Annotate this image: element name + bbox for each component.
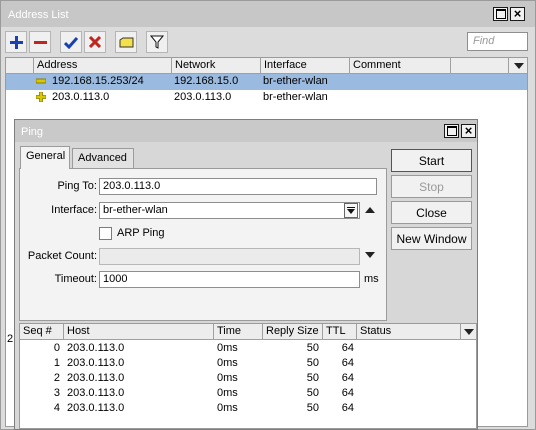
address-cell: 203.0.113.0	[52, 91, 110, 103]
time-cell: 0ms	[217, 357, 238, 369]
column-header-host[interactable]: Host	[64, 324, 214, 340]
dropdown-arrow-icon[interactable]	[344, 203, 358, 218]
time-cell: 0ms	[217, 402, 238, 414]
arp-ping-checkbox[interactable]	[99, 227, 112, 240]
header-spacer	[6, 58, 34, 74]
host-cell: 203.0.113.0	[67, 387, 125, 399]
tab-advanced[interactable]: Advanced	[72, 148, 134, 168]
column-header-interface[interactable]: Interface	[261, 58, 350, 74]
start-button[interactable]: Start	[391, 149, 472, 172]
ttl-cell: 64	[341, 387, 354, 399]
arp-ping-label: ARP Ping	[117, 227, 165, 239]
table-row[interactable]: 0 203.0.113.0 0ms 50 64	[20, 341, 476, 356]
comment-icon[interactable]	[115, 31, 137, 53]
column-header-seq[interactable]: Seq #	[20, 324, 64, 340]
ttl-cell: 64	[341, 372, 354, 384]
enable-check-icon[interactable]	[60, 31, 82, 53]
maximize-icon[interactable]	[444, 124, 459, 138]
column-header-status[interactable]: Status	[357, 324, 461, 340]
window-title: Ping	[21, 126, 44, 138]
column-chooser-icon[interactable]	[514, 63, 524, 69]
disable-x-icon[interactable]	[84, 31, 106, 53]
address-list-titlebar[interactable]: Address List ×	[1, 1, 535, 27]
reply-size-cell: 50	[306, 342, 319, 354]
ping-window: Ping × General Advanced Ping To: 203.0.1…	[14, 119, 478, 430]
reply-size-cell: 50	[306, 357, 319, 369]
table-row[interactable]: 203.0.113.0 203.0.113.0 br-ether-wlan	[6, 90, 527, 106]
table-row[interactable]: 3 203.0.113.0 0ms 50 64	[20, 386, 476, 401]
table-header: Seq # Host Time Reply Size TTL Status	[20, 324, 476, 340]
host-cell: 203.0.113.0	[67, 342, 125, 354]
table-row[interactable]: 192.168.15.253/24 192.168.15.0 br-ether-…	[6, 74, 527, 90]
stop-button[interactable]: Stop	[391, 175, 472, 198]
ttl-cell: 64	[341, 357, 354, 369]
seq-cell: 1	[53, 357, 60, 369]
time-cell: 0ms	[217, 372, 238, 384]
window-title: Address List	[8, 9, 69, 21]
header-filler	[451, 58, 509, 74]
seq-cell: 3	[53, 387, 60, 399]
collapse-arrow-icon[interactable]	[365, 207, 375, 213]
ping-titlebar[interactable]: Ping ×	[15, 120, 477, 142]
ping-to-label: Ping To:	[57, 180, 97, 192]
general-panel: Ping To: 203.0.113.0 Interface: br-ether…	[19, 168, 387, 321]
interface-label: Interface:	[51, 204, 97, 216]
column-chooser-icon[interactable]	[464, 329, 474, 335]
address-cell: 192.168.15.253/24	[52, 75, 144, 87]
table-row[interactable]: 4 203.0.113.0 0ms 50 64	[20, 401, 476, 416]
remove-icon[interactable]	[29, 31, 51, 53]
toolbar: Find	[5, 29, 535, 55]
seq-cell: 0	[53, 342, 60, 354]
close-icon[interactable]: ×	[461, 124, 476, 138]
reply-size-cell: 50	[306, 387, 319, 399]
timeout-unit: ms	[364, 273, 379, 285]
interface-cell: br-ether-wlan	[263, 75, 328, 87]
seq-cell: 2	[53, 372, 60, 384]
tab-general[interactable]: General	[20, 146, 70, 169]
table-row[interactable]: 1 203.0.113.0 0ms 50 64	[20, 356, 476, 371]
dynamic-address-icon	[36, 78, 46, 84]
ttl-cell: 64	[341, 402, 354, 414]
interface-select[interactable]: br-ether-wlan	[99, 202, 360, 219]
time-cell: 0ms	[217, 387, 238, 399]
ping-to-input[interactable]: 203.0.113.0	[99, 178, 377, 195]
column-header-time[interactable]: Time	[214, 324, 263, 340]
interface-cell: br-ether-wlan	[263, 91, 328, 103]
timeout-label: Timeout:	[54, 273, 97, 285]
host-cell: 203.0.113.0	[67, 372, 125, 384]
seq-cell: 4	[53, 402, 60, 414]
column-header-reply-size[interactable]: Reply Size	[263, 324, 323, 340]
expand-arrow-icon[interactable]	[365, 252, 375, 258]
reply-size-cell: 50	[306, 402, 319, 414]
filter-icon[interactable]	[146, 31, 168, 53]
column-header-address[interactable]: Address	[34, 58, 172, 74]
item-count: 2	[7, 333, 14, 345]
find-input[interactable]: Find	[467, 32, 528, 51]
network-cell: 203.0.113.0	[174, 91, 232, 103]
host-cell: 203.0.113.0	[67, 402, 125, 414]
column-header-ttl[interactable]: TTL	[323, 324, 357, 340]
packet-count-label: Packet Count:	[27, 250, 97, 262]
column-header-network[interactable]: Network	[172, 58, 261, 74]
host-cell: 203.0.113.0	[67, 357, 125, 369]
network-cell: 192.168.15.0	[174, 75, 239, 87]
column-header-comment[interactable]: Comment	[350, 58, 451, 74]
ping-results-table: Seq # Host Time Reply Size TTL Status 02…	[19, 323, 477, 429]
maximize-icon[interactable]	[493, 7, 508, 21]
static-address-icon	[36, 92, 46, 102]
table-row[interactable]: 2 203.0.113.0 0ms 50 64	[20, 371, 476, 386]
timeout-input[interactable]: 1000	[99, 271, 360, 288]
close-button[interactable]: Close	[391, 201, 472, 224]
packet-count-input[interactable]	[99, 248, 360, 265]
ttl-cell: 64	[341, 342, 354, 354]
new-window-button[interactable]: New Window	[391, 227, 472, 250]
close-icon[interactable]: ×	[510, 7, 525, 21]
add-icon[interactable]	[5, 31, 27, 53]
time-cell: 0ms	[217, 342, 238, 354]
table-header: Address Network Interface Comment	[6, 58, 527, 74]
reply-size-cell: 50	[306, 372, 319, 384]
